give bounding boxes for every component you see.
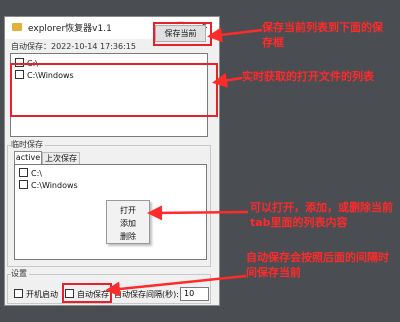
annotation-save-current: 保存当前列表到下面的保存框	[262, 21, 383, 49]
arrow	[212, 73, 243, 88]
annotation-autosave: 自动保存会按照后面的间隔时间保存当前	[246, 251, 389, 279]
annotation-context-menu: 可以打开，添加，或删除当前tab里面的列表内容	[250, 201, 393, 229]
arrow	[105, 274, 247, 297]
arrow	[147, 205, 249, 221]
annotation-open-list: 实时获取的打开文件的列表	[242, 70, 374, 83]
arrow	[207, 27, 263, 43]
